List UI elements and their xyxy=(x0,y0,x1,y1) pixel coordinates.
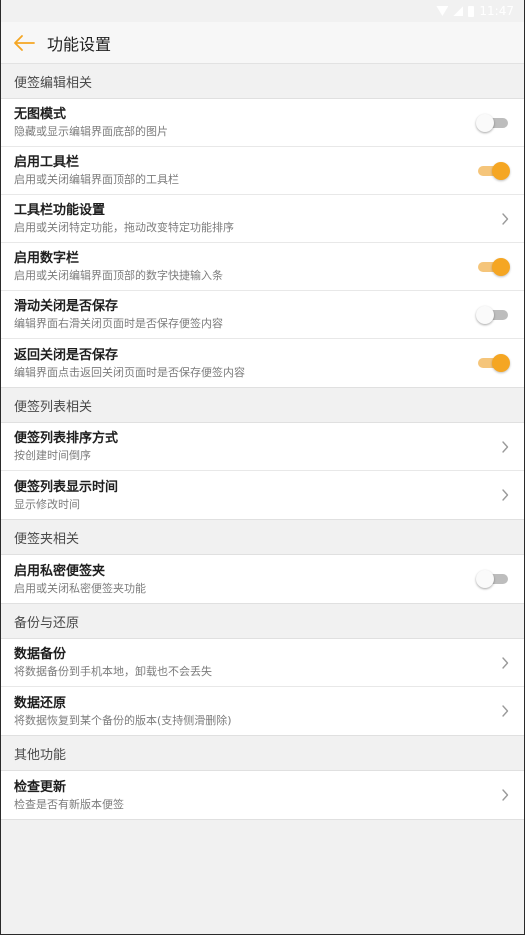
settings-list: 便签编辑相关无图模式隐藏或显示编辑界面底部的图片 启用工具栏启用或关闭编辑界面顶部… xyxy=(1,64,524,820)
status-bar: 11:47 xyxy=(1,0,524,22)
setting-subtitle: 显示修改时间 xyxy=(14,497,80,511)
toggle-switch[interactable] xyxy=(476,305,510,325)
setting-subtitle: 启用或关闭编辑界面顶部的工具栏 xyxy=(14,173,179,186)
page-title: 功能设置 xyxy=(47,34,112,54)
battery-icon xyxy=(468,5,475,17)
section-header: 便签列表相关 xyxy=(1,388,524,422)
setting-title: 无图模式 xyxy=(14,107,67,122)
setting-row[interactable]: 检查更新检查是否有新版本便签 xyxy=(1,771,524,819)
setting-subtitle: 启用或关闭私密便签夹功能 xyxy=(14,581,146,595)
setting-title: 返回关闭是否保存 xyxy=(14,347,119,363)
app-bar: 功能设置 xyxy=(1,22,524,64)
setting-subtitle: 编辑界面点击返回关闭页面时是否保存便签内容 xyxy=(14,365,245,379)
chevron-right-icon xyxy=(500,704,510,718)
setting-text: 滑动关闭是否保存编辑界面右滑关闭页面时是否保存便签内容 xyxy=(14,298,223,331)
setting-text: 便签列表显示时间 显示修改时间 xyxy=(14,479,118,512)
toggle-knob xyxy=(476,305,494,324)
setting-text: 便签列表排序方式 按创建时间倒序 xyxy=(14,430,118,463)
wifi-icon xyxy=(436,6,449,16)
setting-title: 滑动关闭是否保存 xyxy=(14,299,119,314)
toggle-switch[interactable] xyxy=(476,569,510,589)
toggle-knob xyxy=(476,113,494,132)
toggle-knob xyxy=(476,570,494,588)
settings-group: 便签列表排序方式 按创建时间倒序 便签列表显示时间 显示修改时间 xyxy=(1,422,524,520)
toggle-switch[interactable] xyxy=(476,257,510,277)
arrow-left-icon xyxy=(14,34,35,51)
back-button[interactable] xyxy=(1,22,47,64)
setting-row[interactable]: 无图模式隐藏或显示编辑界面底部的图片 xyxy=(1,99,524,147)
toggle-knob xyxy=(492,354,510,372)
setting-row[interactable]: 启用私密便签夹启用或关闭私密便签夹功能 xyxy=(1,555,524,603)
setting-title: 便签列表排序方式 xyxy=(14,431,119,446)
setting-text: 启用工具栏启用或关闭编辑界面顶部的工具栏 xyxy=(14,154,179,187)
setting-subtitle: 检查是否有新版本便签 xyxy=(14,797,124,811)
settings-group: 无图模式 隐藏或显示编辑界面底部的图片 启用工具栏 启用或关闭编辑界面顶部的工具栏 工具… xyxy=(1,98,524,388)
toggle-knob xyxy=(492,161,510,180)
setting-title: 数据备份 xyxy=(14,647,67,662)
setting-subtitle: 启用或关闭特定功能，拖动改变特定功能排序 xyxy=(14,221,234,234)
chevron-right-icon xyxy=(500,656,510,670)
setting-row[interactable]: 便签列表显示时间 显示修改时间 xyxy=(1,471,524,519)
chevron-right-icon xyxy=(500,440,510,454)
setting-row[interactable]: 数据备份将数据备份到手机本地，卸载也不会丢失 xyxy=(1,639,524,687)
setting-text: 数据还原将数据恢复到某个备份的版本(支持侧滑删除) xyxy=(14,695,232,728)
setting-row[interactable]: 便签列表排序方式 按创建时间倒序 xyxy=(1,423,524,471)
settings-group: 启用私密便签夹启用或关闭私密便签夹功能 xyxy=(1,554,524,604)
setting-subtitle: 将数据备份到手机本地，卸载也不会丢失 xyxy=(14,665,212,678)
setting-text: 启用数字栏启用或关闭编辑界面顶部的数字快捷输入条 xyxy=(14,250,223,283)
setting-row[interactable]: 返回关闭是否保存编辑界面点击返回关闭页面时是否保存便签内容 xyxy=(1,339,524,387)
settings-screen: 11:47 功能设置 便签编辑相关 无图模式 隐藏或显示编辑界面底部的图片 启用工具栏… xyxy=(0,0,525,935)
setting-title: 启用数字栏 xyxy=(14,251,80,266)
setting-row[interactable]: 滑动关闭是否保存编辑界面右滑关闭页面时是否保存便签内容 xyxy=(1,291,524,339)
setting-text: 工具栏功能设置启用或关闭特定功能，拖动改变特定功能排序 xyxy=(14,202,234,235)
setting-subtitle: 编辑界面右滑关闭页面时是否保存便签内容 xyxy=(14,317,223,330)
setting-subtitle: 隐藏或显示编辑界面底部的图片 xyxy=(14,125,168,138)
chevron-right-icon xyxy=(500,488,510,502)
status-icons: 11:47 xyxy=(436,4,514,18)
setting-title: 启用私密便签夹 xyxy=(14,563,106,579)
setting-title: 工具栏功能设置 xyxy=(14,203,106,218)
setting-title: 便签列表显示时间 xyxy=(14,479,119,495)
setting-text: 检查更新检查是否有新版本便签 xyxy=(14,779,124,812)
setting-row[interactable]: 工具栏功能设置启用或关闭特定功能，拖动改变特定功能排序 xyxy=(1,195,524,243)
setting-title: 数据还原 xyxy=(14,695,67,711)
setting-row[interactable]: 启用数字栏启用或关闭编辑界面顶部的数字快捷输入条 xyxy=(1,243,524,291)
section-header: 备份与还原 xyxy=(1,604,524,638)
section-header: 便签夹相关 xyxy=(1,520,524,554)
setting-text: 无图模式隐藏或显示编辑界面底部的图片 xyxy=(14,106,168,139)
setting-title: 启用工具栏 xyxy=(14,155,80,170)
chevron-right-icon xyxy=(500,212,510,226)
setting-text: 返回关闭是否保存编辑界面点击返回关闭页面时是否保存便签内容 xyxy=(14,347,245,380)
setting-row[interactable]: 启用工具栏启用或关闭编辑界面顶部的工具栏 xyxy=(1,147,524,195)
setting-subtitle: 将数据恢复到某个备份的版本(支持侧滑删除) xyxy=(14,713,232,727)
toggle-switch[interactable] xyxy=(476,113,510,133)
signal-icon xyxy=(453,6,464,16)
toggle-knob xyxy=(492,257,510,276)
setting-text: 数据备份将数据备份到手机本地，卸载也不会丢失 xyxy=(14,646,212,679)
section-header: 便签编辑相关 xyxy=(1,64,524,98)
setting-title: 检查更新 xyxy=(14,779,67,795)
toggle-switch[interactable] xyxy=(476,353,510,373)
setting-subtitle: 启用或关闭编辑界面顶部的数字快捷输入条 xyxy=(14,269,223,282)
chevron-right-icon xyxy=(500,788,510,802)
section-header: 其他功能 xyxy=(1,736,524,770)
setting-row[interactable]: 数据还原将数据恢复到某个备份的版本(支持侧滑删除) xyxy=(1,687,524,735)
settings-group: 数据备份将数据备份到手机本地，卸载也不会丢失 数据还原将数据恢复到某个备份的版本(… xyxy=(1,638,524,736)
setting-text: 启用私密便签夹启用或关闭私密便签夹功能 xyxy=(14,563,146,596)
toggle-switch[interactable] xyxy=(476,161,510,181)
settings-group: 检查更新检查是否有新版本便签 xyxy=(1,770,524,820)
status-time: 11:47 xyxy=(479,4,514,18)
setting-subtitle: 按创建时间倒序 xyxy=(14,449,91,462)
